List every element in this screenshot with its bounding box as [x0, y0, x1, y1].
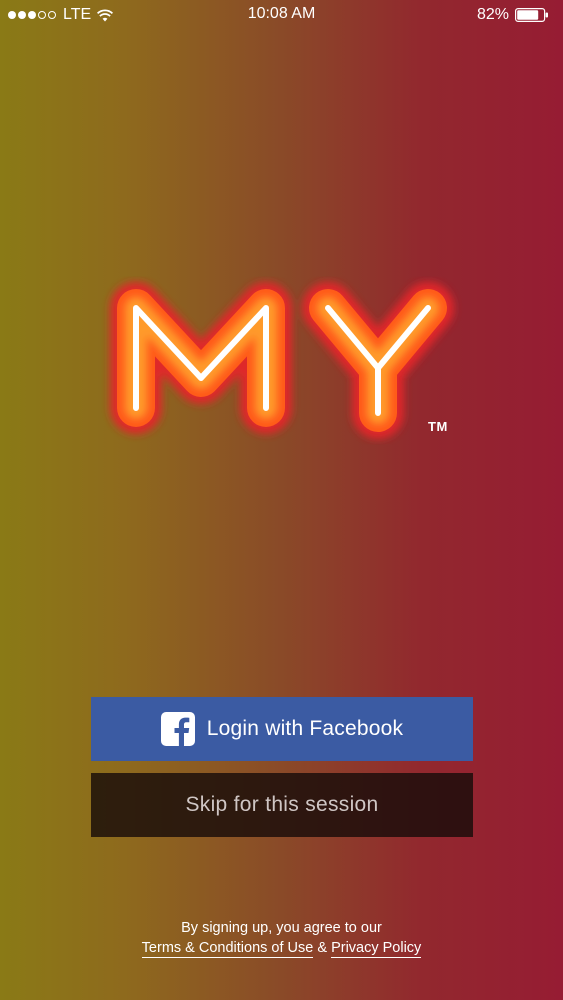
battery-percent: 82%: [476, 6, 509, 23]
legal-notice: By signing up, you agree to our Terms & …: [0, 918, 563, 958]
legal-intro-text: By signing up, you agree to our: [181, 920, 382, 936]
app-logo: [96, 268, 466, 458]
login-with-facebook-label: Login with Facebook: [206, 717, 404, 740]
facebook-icon: [160, 712, 195, 746]
trademark-symbol: TM: [428, 419, 448, 434]
skip-session-label: Skip for this session: [185, 793, 379, 816]
battery-icon: [515, 8, 549, 23]
status-bar: LTE 10:08 AM 82%: [0, 0, 563, 30]
privacy-policy-link[interactable]: Privacy Policy: [331, 940, 422, 958]
login-with-facebook-button[interactable]: Login with Facebook: [91, 697, 473, 761]
legal-separator: &: [317, 940, 328, 956]
logo-neon-graphic: [110, 282, 454, 439]
legal-links: Terms & Conditions of Use & Privacy Poli…: [0, 938, 563, 958]
terms-link[interactable]: Terms & Conditions of Use: [141, 940, 314, 958]
skip-session-button[interactable]: Skip for this session: [91, 773, 473, 837]
status-right: 82%: [477, 5, 549, 25]
